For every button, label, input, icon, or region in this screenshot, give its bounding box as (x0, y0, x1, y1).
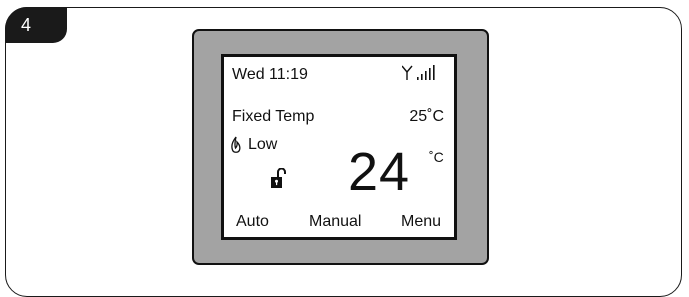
antenna-signal-icon (402, 65, 435, 80)
softkey-menu[interactable]: Menu (401, 214, 441, 230)
setpoint-temperature: 25˚C (409, 108, 444, 125)
flame-icon (231, 136, 241, 153)
flame-level: Low (248, 136, 278, 153)
step-number: 4 (21, 14, 32, 35)
step-number-badge: 4 (5, 7, 67, 43)
softkey-manual[interactable]: Manual (309, 214, 361, 230)
mode-label: Fixed Temp (232, 108, 315, 125)
current-temperature: 24 (348, 142, 411, 202)
date-time: Wed 11:19 (232, 66, 308, 83)
current-temperature-unit: ˚C (429, 149, 444, 165)
softkey-auto[interactable]: Auto (236, 214, 269, 230)
thermostat-display: Wed 11:19 Fixed Temp 25˚C Low 24 ˚C Auto… (221, 54, 457, 240)
unlocked-padlock-icon (271, 168, 286, 188)
